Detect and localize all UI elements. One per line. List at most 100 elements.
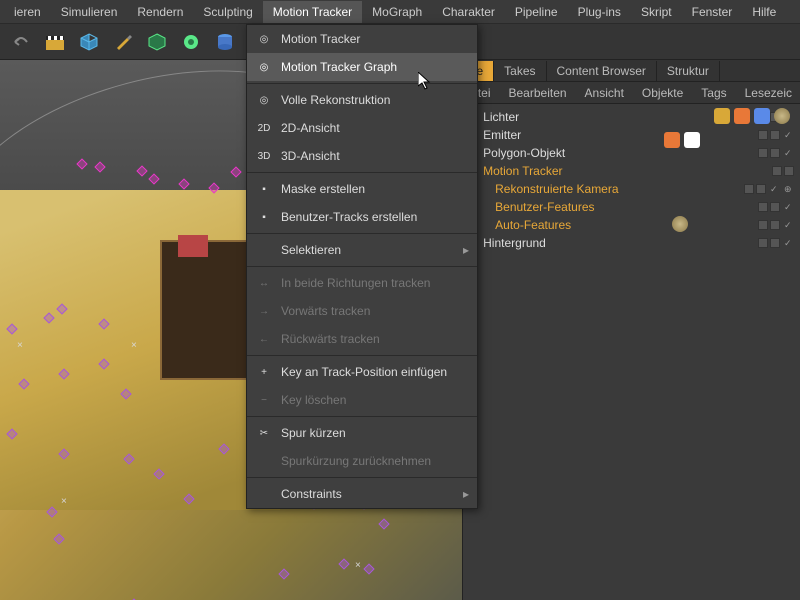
menu-item-motion-tracker-graph[interactable]: ◎Motion Tracker Graph	[247, 53, 477, 81]
menu-item-label: 3D-Ansicht	[281, 149, 340, 163]
tag-icon[interactable]	[734, 108, 750, 124]
tab-content-browser[interactable]: Content Browser	[547, 61, 657, 81]
menu-mograph[interactable]: MoGraph	[362, 1, 432, 23]
toolbar-gear-icon[interactable]	[176, 27, 206, 57]
panel-menu-lesezeic[interactable]: Lesezeic	[745, 86, 792, 100]
pin-icon[interactable]: ✓	[784, 148, 794, 158]
tag-icon[interactable]	[754, 108, 770, 124]
tab-takes[interactable]: Takes	[494, 61, 546, 81]
tag-material-icon[interactable]	[774, 108, 790, 124]
menu-item-icon: ↔	[255, 274, 273, 292]
menu-plug-ins[interactable]: Plug-ins	[568, 1, 631, 23]
menu-item-icon	[255, 485, 273, 503]
separator	[247, 233, 477, 234]
menu-pipeline[interactable]: Pipeline	[505, 1, 568, 23]
toolbar-cube-icon[interactable]	[74, 27, 104, 57]
toolbar-clapper-icon[interactable]	[40, 27, 70, 57]
visibility-toggles[interactable]	[758, 220, 780, 230]
chevron-right-icon: ▸	[463, 243, 469, 257]
menu-item-motion-tracker[interactable]: ◎Motion Tracker	[247, 25, 477, 53]
tracker-point[interactable]	[178, 178, 189, 189]
menu-item-vorw-rts-tracken: →Vorwärts tracken	[247, 297, 477, 325]
tracker-point[interactable]	[230, 166, 241, 177]
hierarchy-row-motion-tracker[interactable]: ▸Motion Tracker	[463, 162, 800, 180]
menu-charakter[interactable]: Charakter	[432, 1, 505, 23]
hierarchy-row-polygon-objekt[interactable]: ▸Polygon-Objekt✓	[463, 144, 800, 162]
tracker-point[interactable]	[148, 173, 159, 184]
menu-item-3d-ansicht[interactable]: 3D3D-Ansicht	[247, 142, 477, 170]
visibility-toggles[interactable]	[758, 130, 780, 140]
menu-item-label: Key an Track-Position einfügen	[281, 365, 447, 379]
tab-struktur[interactable]: Struktur	[657, 61, 720, 81]
menu-item-label: Constraints	[281, 487, 342, 501]
menu-motion-tracker[interactable]: Motion Tracker	[263, 1, 362, 23]
menu-item-label: Volle Rekonstruktion	[281, 93, 390, 107]
tag-icon[interactable]	[664, 132, 680, 148]
pin-icon[interactable]: ✓	[784, 130, 794, 140]
menu-item-label: Rückwärts tracken	[281, 332, 380, 346]
menu-item-icon: ←	[255, 330, 273, 348]
tag-material-icon[interactable]	[672, 216, 688, 232]
menu-item-label: Motion Tracker Graph	[281, 60, 397, 74]
hierarchy-row-rekonstruierte-kamera[interactable]: Rekonstruierte Kamera ✓ ⊕	[463, 180, 800, 198]
menu-sculpting[interactable]: Sculpting	[193, 1, 262, 23]
toolbar-undo-icon[interactable]	[6, 27, 36, 57]
menu-skript[interactable]: Skript	[631, 1, 682, 23]
menu-item-volle-rekonstruktion[interactable]: ◎Volle Rekonstruktion	[247, 86, 477, 114]
panel-menu-tags[interactable]: Tags	[701, 86, 726, 100]
tracker-point[interactable]	[136, 165, 147, 176]
menu-item-benutzer-tracks-erstellen[interactable]: ▪Benutzer-Tracks erstellen	[247, 203, 477, 231]
pin-icon[interactable]: ✓	[784, 238, 794, 248]
menu-item-icon: ▪	[255, 180, 273, 198]
toolbar-cube2-icon[interactable]	[142, 27, 172, 57]
panel-menu-bearbeiten[interactable]: Bearbeiten	[509, 86, 567, 100]
object-name: Polygon-Objekt	[483, 146, 754, 160]
tag-icon[interactable]	[684, 132, 700, 148]
tracker-point[interactable]	[76, 158, 87, 169]
menu-item-key-l-schen: −Key löschen	[247, 386, 477, 414]
visibility-toggles[interactable]	[758, 202, 780, 212]
hierarchy-row-emitter[interactable]: ▸Emitter✓	[463, 126, 800, 144]
separator	[247, 266, 477, 267]
pin-icon[interactable]: ✓	[770, 184, 780, 194]
menu-item-icon: ✂	[255, 424, 273, 442]
menu-item-icon: ▪	[255, 208, 273, 226]
tag-icon[interactable]	[714, 108, 730, 124]
visibility-toggles[interactable]	[758, 148, 780, 158]
row-tag-icons-2	[664, 132, 700, 148]
menu-item-r-ckw-rts-tracken: ← Rückwärts tracken	[247, 325, 477, 353]
hierarchy-row-benutzer-features[interactable]: Benutzer-Features✓	[463, 198, 800, 216]
menu-simulieren[interactable]: Simulieren	[51, 1, 128, 23]
menu-item-spurk-rzung-zur-cknehmen: Spurkürzung zurücknehmen	[247, 447, 477, 475]
visibility-toggles[interactable]	[772, 166, 794, 176]
visibility-toggles[interactable]	[758, 238, 780, 248]
visibility-toggles[interactable]	[744, 184, 766, 194]
menu-rendern[interactable]: Rendern	[127, 1, 193, 23]
pin-icon[interactable]: ✓	[784, 202, 794, 212]
menu-item-constraints[interactable]: Constraints▸	[247, 480, 477, 508]
hierarchy-row-hintergrund[interactable]: ▸Hintergrund✓	[463, 234, 800, 252]
panel-menu-objekte[interactable]: Objekte	[642, 86, 683, 100]
object-name: Rekonstruierte Kamera	[495, 182, 740, 196]
hierarchy-row-auto-features[interactable]: Auto-Features✓	[463, 216, 800, 234]
menu-hilfe[interactable]: Hilfe	[742, 1, 786, 23]
menu-item-label: Key löschen	[281, 393, 346, 407]
toolbar-cylinder-icon[interactable]	[210, 27, 240, 57]
pin-icon[interactable]: ✓	[784, 220, 794, 230]
toolbar-pen-icon[interactable]	[108, 27, 138, 57]
menu-item-label: Spur kürzen	[281, 426, 346, 440]
menu-item-2d-ansicht[interactable]: 2D2D-Ansicht	[247, 114, 477, 142]
menu-ieren[interactable]: ieren	[4, 1, 51, 23]
target-icon[interactable]: ⊕	[784, 184, 794, 194]
menu-item-maske-erstellen[interactable]: ▪Maske erstellen	[247, 175, 477, 203]
menu-item-spur-k-rzen[interactable]: ✂ Spur kürzen	[247, 419, 477, 447]
menu-item-icon	[255, 241, 273, 259]
menu-item-selektieren[interactable]: Selektieren▸	[247, 236, 477, 264]
tracker-point[interactable]	[94, 161, 105, 172]
menu-item-icon: ◎	[255, 30, 273, 48]
menu-item-key-an-track-position-einf-gen[interactable]: +Key an Track-Position einfügen	[247, 358, 477, 386]
row-tag-icons-3	[672, 216, 688, 232]
menu-fenster[interactable]: Fenster	[682, 1, 743, 23]
panel-menu-ansicht[interactable]: Ansicht	[585, 86, 624, 100]
object-name: Hintergrund	[483, 236, 754, 250]
